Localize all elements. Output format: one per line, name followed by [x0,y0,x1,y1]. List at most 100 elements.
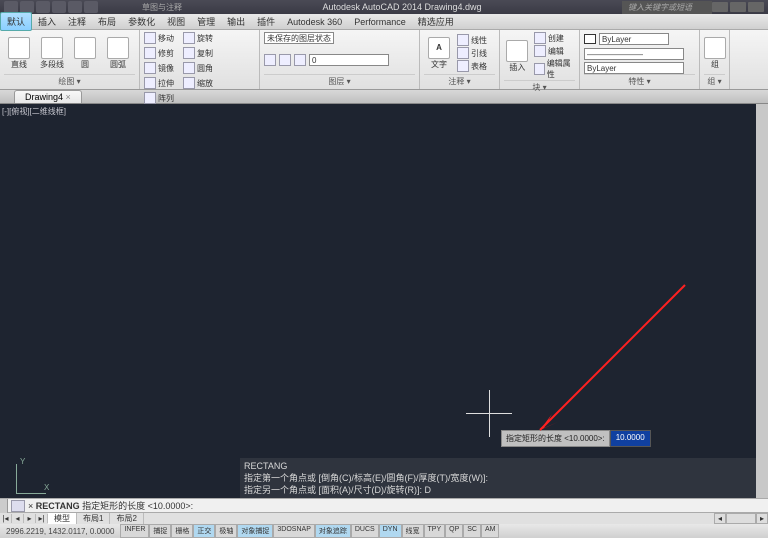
panel-annotation: A文字 线性引线表格 注释 ▾ [420,30,500,89]
tab-默认[interactable]: 默认 [0,12,32,31]
layout-tab-布局1[interactable]: 布局1 [77,513,110,524]
tab-精选应用[interactable]: 精选应用 [412,13,460,30]
draw-直线[interactable]: 直线 [4,37,34,70]
coordinates[interactable]: 2996.2219, 1432.0117, 0.0000 [0,527,120,536]
layout-tabs: |◂◂▸▸| 模型布局1布局2 ◂▸ [0,512,768,524]
ribbon: 直线多段线圆圆弧 绘图 ▾ 移动旋转修剪复制镜像圆角拉伸缩放阵列 修改 ▾ 未保… [0,30,768,90]
command-history: RECTANG 指定第一个角点或 [倒角(C)/标高(E)/圆角(F)/厚度(T… [240,458,756,498]
panel-label[interactable]: 绘图 ▾ [4,74,135,87]
qat-open-icon[interactable] [36,1,50,13]
command-line[interactable]: × RECTANG 指定矩形的长度 <10.0000>: [0,498,768,512]
panel-label[interactable]: 图层 ▾ [264,74,415,87]
modify-复制[interactable]: 复制 [183,47,219,59]
tab-drawing4[interactable]: Drawing4 × [14,90,82,103]
panel-label[interactable]: 组 ▾ [704,74,725,87]
layout-nav[interactable]: ▸ [24,514,36,523]
annot-线性[interactable]: 线性 [457,34,487,46]
freeze-icon[interactable] [279,54,291,66]
tab-插件[interactable]: 插件 [251,13,281,30]
tab-参数化[interactable]: 参数化 [122,13,161,30]
viewport-label[interactable]: [-][俯视][二维线框] [2,106,66,117]
maximize-icon[interactable] [730,2,746,12]
layout-nav[interactable]: ▸| [36,514,48,523]
block-编辑[interactable]: 编辑 [534,45,575,57]
block-创建[interactable]: 创建 [534,32,575,44]
scroll-left-icon[interactable]: ◂ [714,513,726,524]
tab-管理[interactable]: 管理 [191,13,221,30]
color-swatch-icon[interactable] [584,34,596,44]
tab-Performance[interactable]: Performance [348,15,412,29]
qat-redo-icon[interactable] [84,1,98,13]
linetype-combo[interactable]: ByLayer [584,62,684,74]
bulb-icon[interactable] [264,54,276,66]
panel-modify: 移动旋转修剪复制镜像圆角拉伸缩放阵列 修改 ▾ [140,30,260,89]
dynamic-input: 指定矩形的长度 <10.0000>: 10.0000 [501,430,651,447]
annot-引线[interactable]: 引线 [457,47,487,59]
minimize-icon[interactable] [712,2,728,12]
tab-注释[interactable]: 注释 [62,13,92,30]
history-line: 指定第一个角点或 [倒角(C)/标高(E)/圆角(F)/厚度(T)/宽度(W)]… [244,472,752,484]
annot-表格[interactable]: 表格 [457,60,487,72]
panel-label[interactable]: 特性 ▾ [584,74,695,87]
panel-groups: 组 组 ▾ [700,30,730,89]
dynamic-value-input[interactable]: 10.0000 [610,430,651,447]
draw-圆[interactable]: 圆 [70,37,100,70]
tab-Autodesk 360[interactable]: Autodesk 360 [281,15,348,29]
help-search-input[interactable]: 键入关键字或短语 [622,1,712,14]
color-combo[interactable]: ByLayer [599,33,669,45]
text-button[interactable]: A文字 [424,37,454,70]
document-tabs: Drawing4 × [0,90,768,104]
layout-tab-模型[interactable]: 模型 [48,513,77,524]
layout-tab-布局2[interactable]: 布局2 [110,513,143,524]
lineweight-combo[interactable]: ——————— [584,48,684,60]
modify-缩放[interactable]: 缩放 [183,77,219,89]
ribbon-tabs: 默认插入注释布局参数化视图管理输出插件Autodesk 360Performan… [0,14,768,30]
insert-button[interactable]: 插入 [504,40,531,73]
tab-输出[interactable]: 输出 [221,13,251,30]
panel-layers: 未保存的图层状态 0 图层 ▾ [260,30,420,89]
tab-插入[interactable]: 插入 [32,13,62,30]
modify-拉伸[interactable]: 拉伸 [144,77,180,89]
draw-多段线[interactable]: 多段线 [37,37,67,70]
command-prompt: 指定矩形的长度 <10.0000>: [80,501,194,511]
crosshair-icon [489,390,490,437]
layout-nav[interactable]: ◂ [12,514,24,523]
modify-移动[interactable]: 移动 [144,32,180,44]
history-line: RECTANG [244,460,752,472]
tab-布局[interactable]: 布局 [92,13,122,30]
qat-undo-icon[interactable] [68,1,82,13]
drawing-canvas[interactable]: [-][俯视][二维线框] 指定矩形的长度 <10.0000>: 10.0000… [0,104,768,498]
command-name: RECTANG [36,501,80,511]
draw-圆弧[interactable]: 圆弧 [103,37,133,70]
panel-draw: 直线多段线圆圆弧 绘图 ▾ [0,30,140,89]
command-icon[interactable] [11,500,25,512]
scroll-thumb[interactable] [726,513,756,524]
layer-state-combo[interactable]: 未保存的图层状态 [264,32,334,44]
modify-修剪[interactable]: 修剪 [144,47,180,59]
tab-视图[interactable]: 视图 [161,13,191,30]
history-line: 指定另一个角点或 [面积(A)/尺寸(D)/旋转(R)]: D [244,484,752,496]
dynamic-prompt: 指定矩形的长度 <10.0000>: [501,430,610,447]
close-icon[interactable] [748,2,764,12]
lock-icon[interactable] [294,54,306,66]
workspace-label[interactable]: 草图与注释 [142,2,182,13]
grip-icon[interactable] [0,499,8,513]
window-title: Autodesk AutoCAD 2014 Drawing4.dwg [182,2,622,12]
block-编辑属性[interactable]: 编辑属性 [534,58,575,80]
modify-镜像[interactable]: 镜像 [144,62,180,74]
panel-properties: ByLayer ——————— ByLayer 特性 ▾ [580,30,700,89]
layout-nav[interactable]: |◂ [0,514,12,523]
panel-label[interactable]: 注释 ▾ [424,74,495,87]
layer-combo[interactable]: 0 [309,54,389,66]
right-scrollbar[interactable] [756,104,768,498]
group-button[interactable]: 组 [704,37,726,70]
window-controls [712,2,768,12]
panel-label[interactable]: 块 ▾ [504,80,575,93]
tab-close-icon[interactable]: × [66,92,71,102]
scroll-right-icon[interactable]: ▸ [756,513,768,524]
modify-圆角[interactable]: 圆角 [183,62,219,74]
title-bar: 草图与注释 Autodesk AutoCAD 2014 Drawing4.dwg… [0,0,768,14]
modify-阵列[interactable]: 阵列 [144,92,180,104]
modify-旋转[interactable]: 旋转 [183,32,219,44]
qat-save-icon[interactable] [52,1,66,13]
